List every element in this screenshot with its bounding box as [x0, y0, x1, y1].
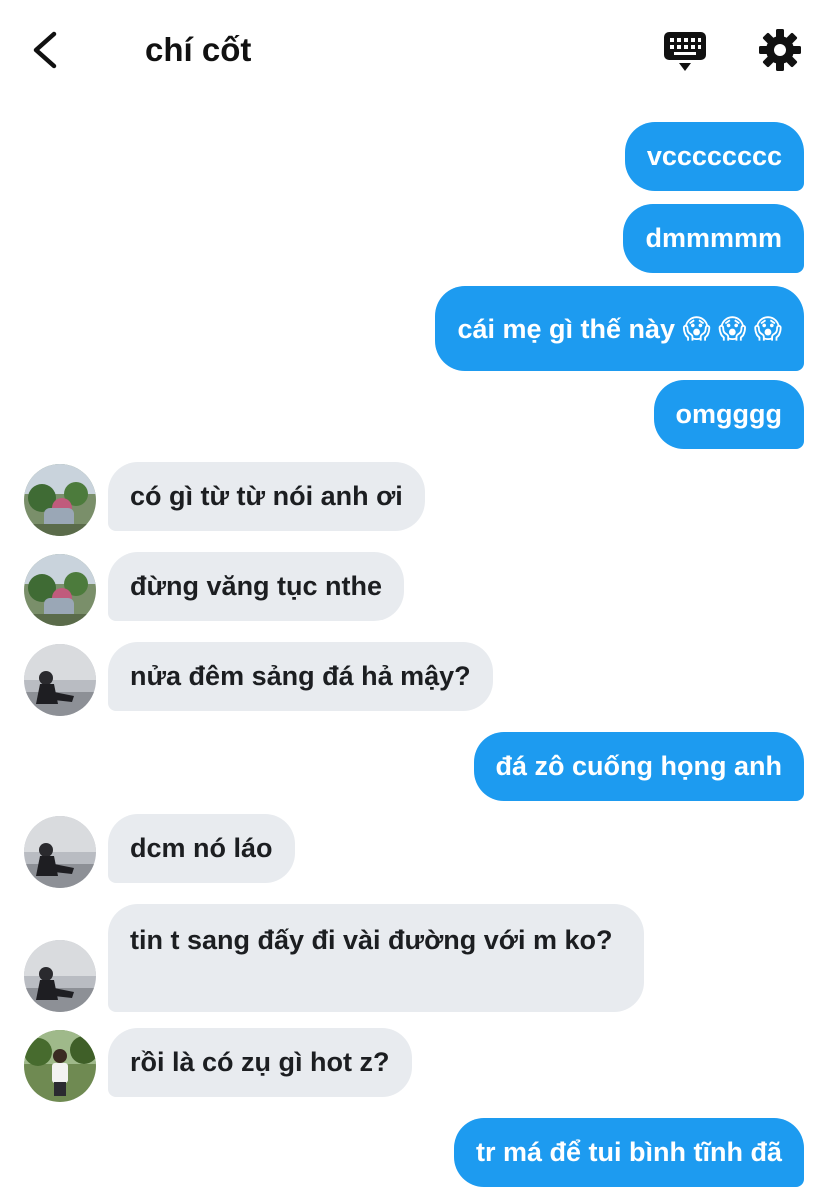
message-bubble-incoming[interactable]: có gì từ từ nói anh ơi — [108, 462, 425, 531]
message-text: tin t sang đấy đi vài đường với m ko? — [130, 925, 613, 955]
avatar[interactable] — [24, 464, 96, 536]
message-bubble-outgoing[interactable]: đá zô cuống họng anh — [473, 732, 804, 801]
message-bubble-incoming[interactable]: nửa đêm sảng đá hả mậy? — [108, 642, 493, 711]
avatar[interactable] — [24, 644, 96, 716]
conversation-title: chí cốt — [145, 31, 252, 68]
message-text: vcccccccc — [646, 141, 782, 171]
message-text: có gì từ từ nói anh ơi — [130, 481, 403, 511]
message-text: đừng văng tục nthe — [130, 571, 383, 601]
message-text: đá zô cuống họng anh — [495, 751, 782, 781]
message-bubble-incoming[interactable]: tin t sang đấy đi vài đường với m ko? — [108, 904, 644, 1012]
message-bubble-outgoing[interactable]: cái mẹ gì thế này 😱 😱 😱 — [435, 286, 804, 371]
message-bubble-incoming[interactable]: rồi là có zụ gì hot z? — [108, 1028, 412, 1097]
message-text: dmmmmm — [645, 223, 782, 253]
message-bubble-outgoing[interactable]: vcccccccc — [624, 122, 804, 191]
message-bubble-incoming[interactable]: đừng văng tục nthe — [108, 552, 405, 621]
chat-header: chí cốt — [0, 0, 828, 100]
message-text: cái mẹ gì thế này 😱 😱 😱 — [457, 314, 782, 344]
message-bubble-outgoing[interactable]: tr má để tui bình tĩnh đã — [454, 1118, 804, 1187]
avatar[interactable] — [24, 816, 96, 888]
keyboard-icon — [664, 32, 706, 71]
message-text: dcm nó láo — [130, 833, 273, 863]
message-text: nửa đêm sảng đá hả mậy? — [130, 661, 471, 691]
keyboard-button[interactable] — [662, 30, 708, 74]
back-button[interactable] — [26, 28, 66, 72]
message-text: omgggg — [675, 399, 782, 429]
avatar[interactable] — [24, 940, 96, 1012]
message-bubble-incoming[interactable]: dcm nó láo — [108, 814, 295, 883]
message-text: rồi là có zụ gì hot z? — [130, 1047, 390, 1077]
message-bubble-outgoing[interactable]: omgggg — [653, 380, 804, 449]
message-text: tr má để tui bình tĩnh đã — [476, 1137, 782, 1167]
settings-button[interactable] — [758, 28, 802, 72]
gear-icon — [759, 29, 801, 71]
avatar[interactable] — [24, 1030, 96, 1102]
chevron-left-icon — [33, 31, 57, 69]
avatar[interactable] — [24, 554, 96, 626]
message-bubble-outgoing[interactable]: dmmmmm — [623, 204, 804, 273]
